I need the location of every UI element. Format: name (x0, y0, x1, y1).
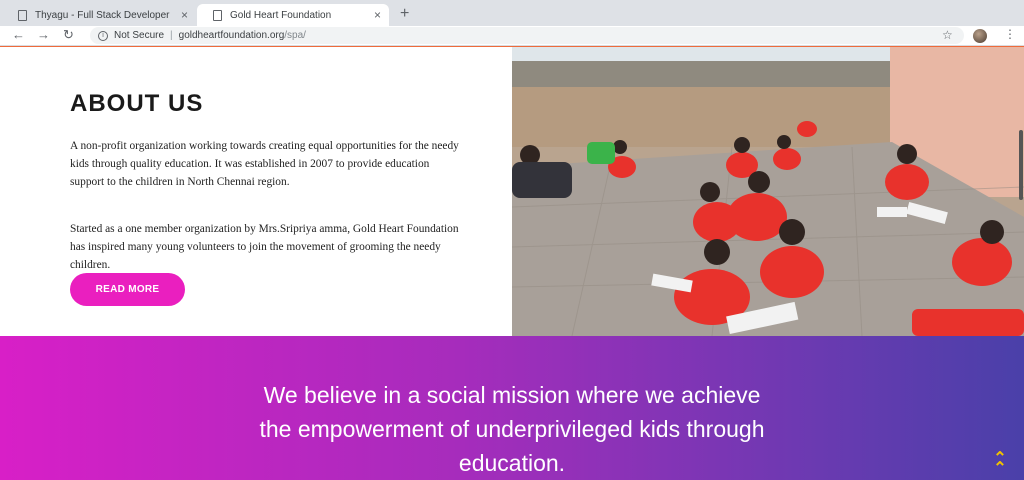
scroll-to-top-icon[interactable]: ⌃ ⌃ (990, 451, 1010, 477)
about-heading: ABOUT US (70, 90, 204, 117)
url-domain: goldheartfoundation.org (178, 30, 285, 41)
forward-button[interactable]: → (37, 27, 50, 42)
read-more-button[interactable]: READ MORE (70, 273, 185, 306)
tab-title: Gold Heart Foundation (230, 9, 332, 21)
bookmark-star-icon[interactable]: ☆ (942, 28, 953, 42)
divider: | (170, 30, 173, 41)
close-icon[interactable]: × (374, 8, 381, 22)
close-icon[interactable]: × (181, 8, 188, 22)
reload-button[interactable]: ↻ (63, 27, 74, 43)
about-paragraph-2: Started as a one member organization by … (70, 223, 459, 271)
back-button[interactable]: ← (12, 27, 25, 42)
new-tab-button[interactable]: + (400, 5, 409, 23)
about-section: ABOUT US A non-profit organization worki… (0, 47, 512, 336)
children-studying-photo (512, 47, 1024, 336)
menu-icon[interactable]: ⋮ (1004, 27, 1016, 41)
tab-title: Thyagu - Full Stack Developer (35, 9, 170, 21)
mission-line-1: We believe in a social mission where we … (263, 382, 761, 408)
tab-thyagu[interactable]: Thyagu - Full Stack Developer × (2, 4, 196, 26)
address-toolbar: ← → ↻ i Not Secure | goldheartfoundation… (0, 26, 1024, 46)
mission-line-2: the empowerment of underprivileged kids … (259, 416, 765, 442)
info-icon[interactable]: i (98, 30, 108, 41)
security-label: Not Secure (114, 30, 165, 41)
page-icon (18, 9, 27, 21)
profile-avatar[interactable] (973, 29, 987, 43)
about-paragraph-1: A non-profit organization working toward… (70, 140, 459, 188)
tab-gold-heart[interactable]: Gold Heart Foundation × (197, 4, 389, 26)
url-path: /spa/ (284, 30, 306, 41)
browser-tab-bar: Thyagu - Full Stack Developer × Gold Hea… (0, 0, 1024, 26)
url-input[interactable]: i Not Secure | goldheartfoundation.org/s… (90, 27, 964, 44)
photo-illustration (512, 47, 1024, 336)
scrollbar-thumb[interactable] (1019, 130, 1023, 200)
mission-statement: We believe in a social mission where we … (0, 378, 1024, 480)
chevron-up-icon: ⌃ (993, 460, 1007, 477)
mission-line-3: education. (458, 450, 566, 476)
mission-banner: We believe in a social mission where we … (0, 336, 1024, 480)
page-icon (213, 9, 222, 21)
